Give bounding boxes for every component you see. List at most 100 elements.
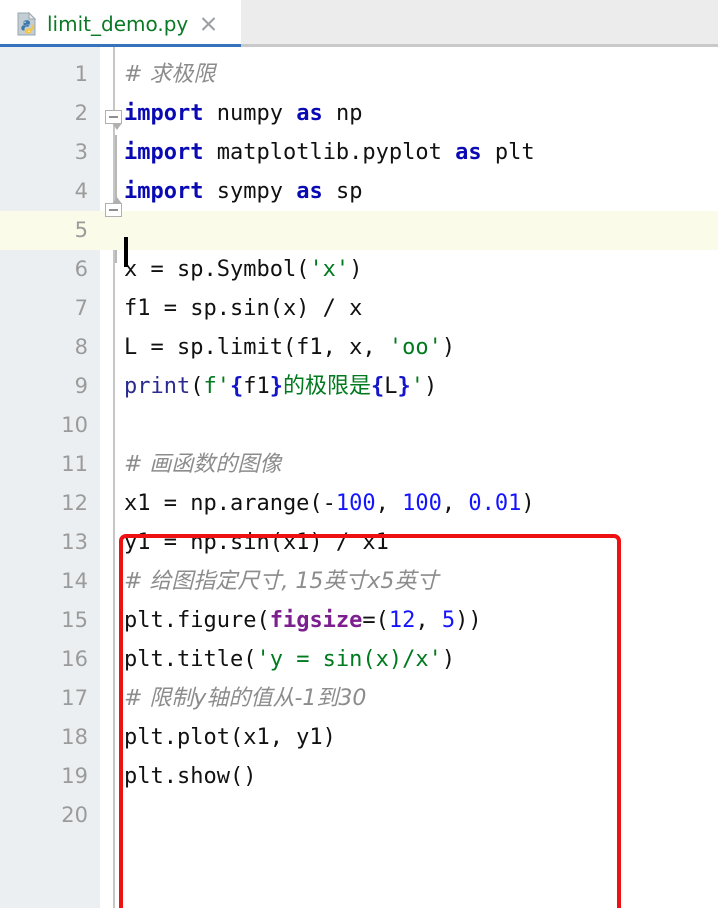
- code-token: ,: [375, 491, 403, 516]
- line-number: 3: [74, 140, 88, 164]
- code-line-text[interactable]: y1 = np.sin(x1) / x1: [124, 523, 389, 562]
- code-line-row[interactable]: 11 # 画函数的图像: [0, 445, 718, 484]
- code-token: # 给图指定尺寸, 15英寸x5英寸: [124, 569, 439, 594]
- code-line-row[interactable]: 16 plt.title('y = sin(x)/x'): [0, 640, 718, 679]
- code-token: ): [349, 257, 363, 282]
- line-number: 1: [74, 62, 88, 86]
- code-token: y1 = np.sin(x1) / x1: [124, 530, 389, 555]
- code-line-text[interactable]: x = sp.Symbol('x'): [124, 250, 362, 289]
- fold-marker-line-4[interactable]: [105, 197, 124, 222]
- code-token: 'y = sin(x)/x': [256, 647, 442, 672]
- code-token: =(: [362, 608, 389, 633]
- code-token: ): [441, 647, 456, 672]
- code-line-text[interactable]: # 求极限: [124, 55, 215, 94]
- code-token: 'oo': [388, 335, 442, 360]
- code-token: ): [441, 335, 456, 360]
- code-token: 100: [335, 491, 376, 516]
- code-line-text[interactable]: import matplotlib.pyplot as plt: [124, 133, 535, 172]
- code-editor[interactable]: 1 # 求极限 2 import numpy as np 3 import matplot…: [0, 47, 718, 908]
- editor-tab-bar: limit_demo.py: [0, 0, 718, 48]
- line-number: 10: [61, 413, 88, 437]
- code-token: plt.show(): [124, 764, 257, 789]
- code-line-row[interactable]: 18 plt.plot(x1, y1): [0, 718, 718, 757]
- code-line-row[interactable]: 7 f1 = sp.sin(x) / x: [0, 289, 718, 328]
- fold-marker-line-2[interactable]: [105, 110, 124, 130]
- code-token: # 限制y轴的值从-1到30: [124, 686, 367, 711]
- code-token: plt.plot(x1, y1): [124, 725, 336, 750]
- code-token: as: [296, 101, 323, 126]
- code-line-text[interactable]: import sympy as sp: [124, 172, 362, 211]
- code-token: f1: [243, 374, 270, 399]
- code-token: L = sp.limit(f1, x,: [124, 335, 389, 360]
- code-line-row[interactable]: 6 x = sp.Symbol('x'): [0, 250, 718, 289]
- code-token: matplotlib.pyplot: [203, 140, 456, 165]
- code-token: sp: [322, 179, 363, 204]
- line-number: 20: [61, 803, 88, 827]
- code-line-text[interactable]: # 画函数的图像: [124, 445, 281, 484]
- code-line-text[interactable]: # 限制y轴的值从-1到30: [124, 679, 366, 718]
- code-token: ): [424, 374, 438, 399]
- line-number: 2: [74, 101, 88, 125]
- line-number: 18: [61, 725, 88, 749]
- line-number: 9: [74, 374, 88, 398]
- code-line-text[interactable]: plt.title('y = sin(x)/x'): [124, 640, 455, 679]
- code-line-row[interactable]: 10: [0, 406, 718, 445]
- code-line-text[interactable]: plt.figure(figsize=(12, 5)): [124, 601, 482, 640]
- code-token: np: [322, 101, 363, 126]
- code-line-row[interactable]: 17 # 限制y轴的值从-1到30: [0, 679, 718, 718]
- code-line-text[interactable]: # 给图指定尺寸, 15英寸x5英寸: [124, 562, 438, 601]
- code-token: }: [269, 374, 283, 399]
- code-token: )): [455, 608, 482, 633]
- code-token: ': [410, 374, 424, 399]
- close-icon[interactable]: [199, 15, 217, 33]
- code-token: plt: [481, 140, 535, 165]
- code-token: f1 = sp.sin(x) / x: [124, 296, 363, 321]
- code-line-text[interactable]: plt.show(): [124, 757, 256, 796]
- code-token: import: [124, 140, 204, 165]
- code-token: ,: [441, 491, 469, 516]
- ide-window: limit_demo.py 1 # 求极限 2 import numpy as np 3…: [0, 0, 718, 908]
- line-number: 11: [61, 452, 88, 476]
- code-line-text[interactable]: import numpy as np: [124, 94, 362, 133]
- code-token: figsize: [269, 608, 363, 633]
- code-line-text[interactable]: print(f'{f1}的极限是{L}'): [124, 367, 437, 406]
- code-line-text[interactable]: x1 = np.arange(-100, 100, 0.01): [124, 484, 535, 523]
- line-number: 13: [61, 530, 88, 554]
- code-token: f': [203, 374, 230, 399]
- line-number: 5: [74, 218, 88, 242]
- tab-filename: limit_demo.py: [47, 11, 189, 36]
- code-token: numpy: [203, 101, 297, 126]
- editor-tab-limit-demo[interactable]: limit_demo.py: [0, 0, 241, 48]
- code-line-row[interactable]: 12 x1 = np.arange(-100, 100, 0.01): [0, 484, 718, 523]
- code-token: 5: [441, 608, 456, 633]
- code-token: plt.title(: [124, 647, 257, 672]
- code-token: {: [371, 374, 385, 399]
- line-number: 4: [74, 179, 88, 203]
- code-line-row[interactable]: 20: [0, 796, 718, 835]
- code-line-row[interactable]: 14 # 给图指定尺寸, 15英寸x5英寸: [0, 562, 718, 601]
- line-number: 12: [61, 491, 88, 515]
- code-token: {: [229, 374, 244, 399]
- line-number: 8: [74, 335, 88, 359]
- code-line-text[interactable]: L = sp.limit(f1, x, 'oo'): [124, 328, 455, 367]
- line-number: 6: [74, 257, 88, 281]
- code-line-row[interactable]: 13 y1 = np.sin(x1) / x1: [0, 523, 718, 562]
- code-token: import: [124, 101, 204, 126]
- code-line-row[interactable]: 9 print(f'{f1}的极限是{L}'): [0, 367, 718, 406]
- fold-arrow-down-icon: [112, 123, 122, 130]
- fold-minus-icon: [109, 209, 118, 211]
- code-line-row[interactable]: 8 L = sp.limit(f1, x, 'oo'): [0, 328, 718, 367]
- code-line-row[interactable]: 3 import matplotlib.pyplot as plt: [0, 133, 718, 172]
- code-token: print: [124, 374, 191, 399]
- code-token: x = sp.Symbol(: [124, 257, 310, 282]
- code-line-text[interactable]: f1 = sp.sin(x) / x: [124, 289, 362, 328]
- code-line-row[interactable]: 15 plt.figure(figsize=(12, 5)): [0, 601, 718, 640]
- code-line-text[interactable]: plt.plot(x1, y1): [124, 718, 336, 757]
- code-token: # 求极限: [124, 62, 216, 87]
- code-token: 100: [402, 491, 442, 516]
- code-token: as: [455, 140, 482, 165]
- code-line-row[interactable]: 1 # 求极限: [0, 55, 718, 94]
- code-token: ,: [415, 608, 442, 633]
- code-line-row[interactable]: 19 plt.show(): [0, 757, 718, 796]
- line-number: 15: [61, 608, 88, 632]
